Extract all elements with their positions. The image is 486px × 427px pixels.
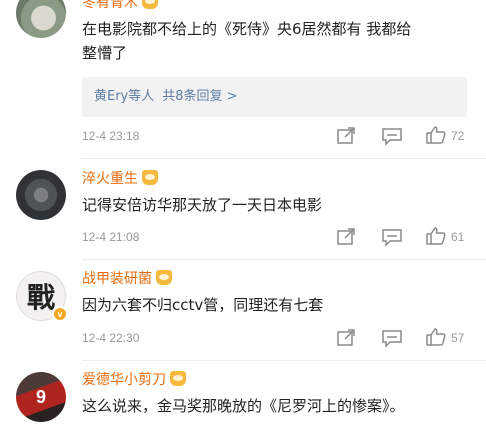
comment-text: 记得安倍访华那天放了一天日本电影 xyxy=(82,196,323,214)
like-count: 61 xyxy=(451,230,465,244)
comment-date: 12-4 21:08 xyxy=(82,230,140,244)
like-icon[interactable] xyxy=(425,125,447,145)
like-icon[interactable] xyxy=(425,226,447,246)
comment-username[interactable]: 战甲装研菌 xyxy=(82,270,172,288)
like-count: 72 xyxy=(451,129,465,143)
vip-crown-icon xyxy=(170,371,186,386)
vip-crown-icon xyxy=(156,270,172,285)
avatar[interactable]: 9 xyxy=(16,372,66,422)
vip-crown-icon xyxy=(142,0,158,9)
like-count: 57 xyxy=(451,331,465,345)
share-icon[interactable] xyxy=(335,227,357,247)
reply-count[interactable]: 共8条回复 > xyxy=(162,89,237,104)
comment-date: 12-4 22:30 xyxy=(82,331,140,345)
comment-icon[interactable] xyxy=(381,227,403,247)
like-icon[interactable] xyxy=(425,327,447,347)
comment-text: 在电影院都不给上的《死侍》央6居然都有 我都给 整懵了 xyxy=(82,20,412,62)
comment-icon[interactable] xyxy=(381,126,403,146)
share-icon[interactable] xyxy=(335,328,357,348)
comment-text: 因为六套不归cctv管，同理还有七套 xyxy=(82,296,324,314)
comment-text: 这么说来，金马奖那晚放的《尼罗河上的惨案》。 xyxy=(82,397,405,415)
vip-crown-icon xyxy=(142,170,158,185)
comment-username[interactable]: 淬火重生 xyxy=(82,170,158,188)
comment-username[interactable]: 爱德华小剪刀 xyxy=(82,371,186,389)
divider xyxy=(82,360,486,361)
comment-username[interactable]: 冬有青木 xyxy=(82,0,158,12)
comment-icon[interactable] xyxy=(381,328,403,348)
divider xyxy=(82,259,486,260)
reply-names[interactable]: 黄Ery等人 xyxy=(94,89,154,104)
replies-preview[interactable]: 黄Ery等人 共8条回复 > xyxy=(82,77,467,117)
avatar-glyph: 9 xyxy=(35,386,46,407)
verified-badge-icon: v xyxy=(52,306,68,322)
avatar[interactable] xyxy=(16,0,66,38)
divider xyxy=(82,158,486,159)
comment-date: 12-4 23:18 xyxy=(82,129,140,143)
avatar[interactable] xyxy=(16,170,66,220)
share-icon[interactable] xyxy=(335,126,357,146)
